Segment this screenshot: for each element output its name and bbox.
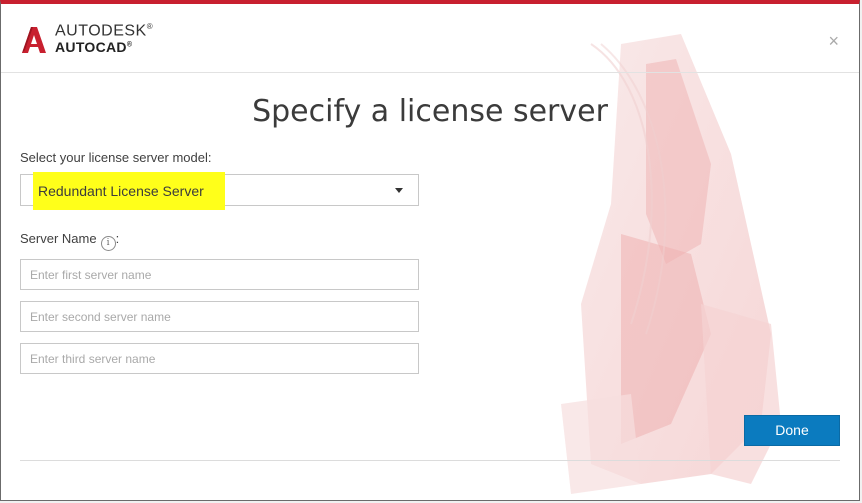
server-name-label: Server Name i: [20, 231, 119, 251]
server-model-label: Select your license server model: [20, 150, 212, 165]
autocad-logo-icon [22, 27, 46, 53]
done-button[interactable]: Done [744, 415, 840, 446]
first-server-input[interactable] [20, 259, 419, 290]
page-title: Specify a license server [252, 94, 608, 129]
license-server-dialog: AUTODESK® AUTOCAD® × Specify a license s… [0, 0, 860, 501]
third-server-input[interactable] [20, 343, 419, 374]
server-model-select[interactable]: Redundant License Server [20, 172, 419, 210]
brand-autocad: AUTOCAD® [55, 39, 133, 55]
footer-divider [20, 460, 840, 461]
dialog-header: AUTODESK® AUTOCAD® × [1, 4, 859, 73]
server-model-value: Redundant License Server [38, 183, 204, 199]
info-icon[interactable]: i [100, 236, 116, 251]
second-server-input[interactable] [20, 301, 419, 332]
brand-autodesk: AUTODESK® [55, 22, 154, 40]
close-icon[interactable]: × [828, 32, 839, 50]
chevron-down-icon [395, 188, 403, 193]
